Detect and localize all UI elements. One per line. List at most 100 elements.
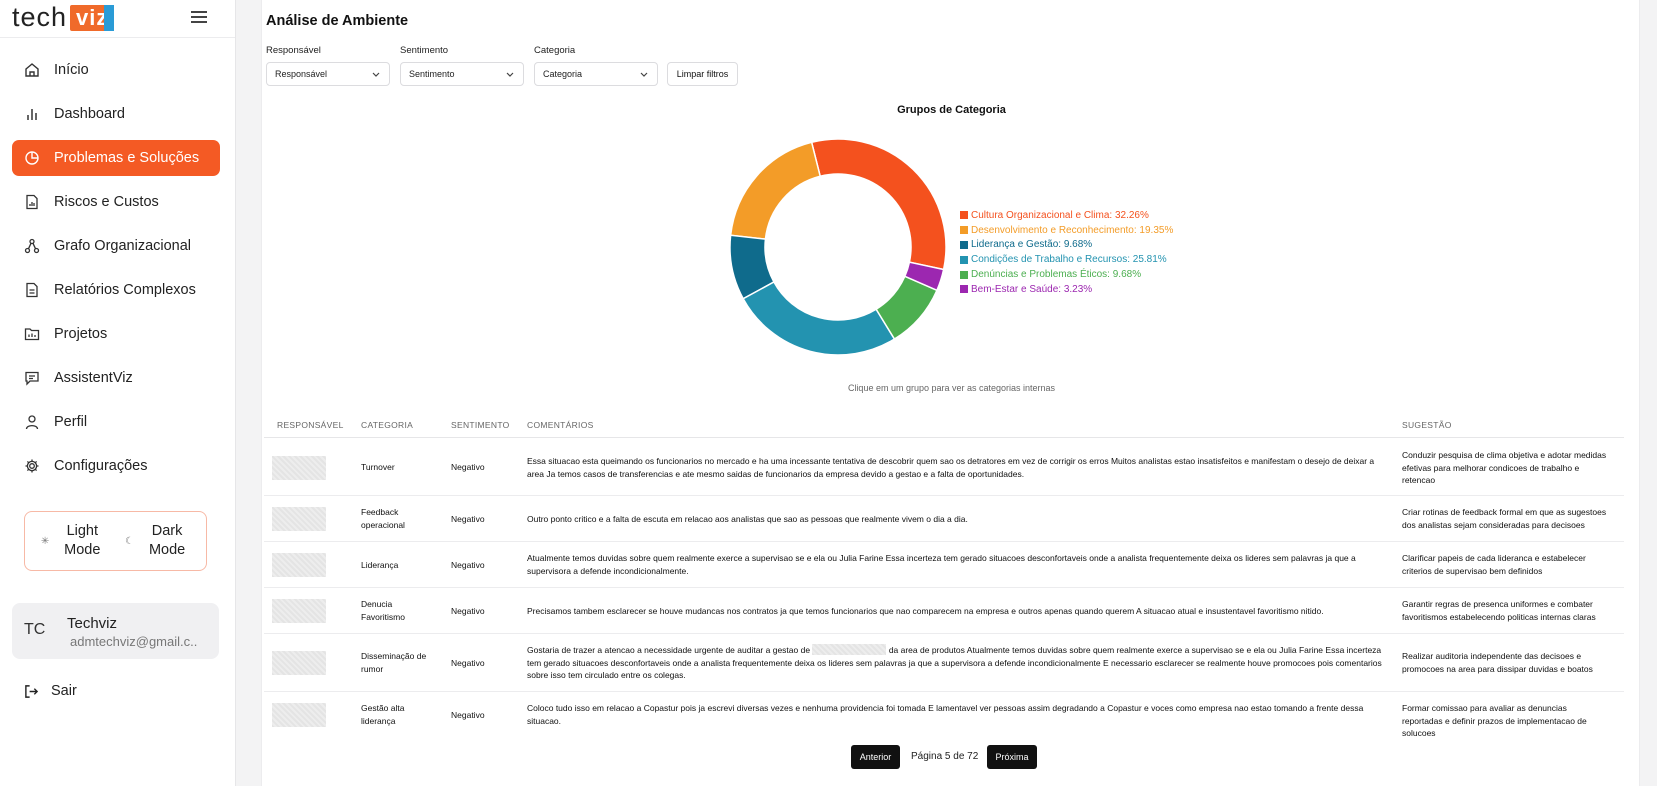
- dark-mode-button[interactable]: ☾ Dark Mode: [125, 522, 190, 560]
- row-categoria: Gestão alta liderança: [361, 703, 405, 726]
- sidebar-item-assistentviz[interactable]: AssistentViz: [12, 360, 220, 396]
- redacted-name: [812, 644, 887, 655]
- sun-icon: ✳: [40, 535, 50, 547]
- folder-icon: [24, 326, 40, 342]
- sidebar-item-label: Início: [54, 62, 89, 78]
- logout-icon: [25, 684, 39, 698]
- redacted-responsavel: [272, 507, 326, 531]
- avatar: TC: [24, 621, 46, 638]
- responsavel-select[interactable]: Responsável: [266, 62, 390, 86]
- col-header-sugestao: SUGESTÃO: [1402, 420, 1452, 430]
- sidebar-item-inicio[interactable]: Início: [12, 52, 220, 88]
- legend-label: Condições de Trabalho e Recursos: 25.81%: [971, 254, 1167, 266]
- chevron-down-icon: [372, 72, 380, 77]
- table-row[interactable]: Turnover Negativo Essa situacao esta que…: [264, 438, 1624, 496]
- sidebar-item-problemas-solucoes[interactable]: Problemas e Soluções: [12, 140, 220, 176]
- sidebar-item-label: Dashboard: [54, 106, 125, 122]
- redacted-responsavel: [272, 703, 326, 727]
- redacted-responsavel: [272, 553, 326, 577]
- row-comentario: Outro ponto critico e a falta de escuta …: [527, 514, 968, 524]
- user-name: Techviz: [67, 615, 118, 632]
- donut-slice-0[interactable]: [810, 138, 947, 271]
- categoria-select[interactable]: Categoria: [534, 62, 658, 86]
- legend-item-5[interactable]: Bem-Estar e Saúde: 3.23%: [960, 282, 1173, 297]
- logo-row: tech viz: [0, 0, 235, 38]
- legend-item-1[interactable]: Desenvolvimento e Reconhecimento: 19.35%: [960, 223, 1173, 238]
- sidebar: tech viz Início Dashboard Problemas e So…: [0, 0, 236, 786]
- sidebar-item-label: Projetos: [54, 326, 108, 342]
- table-row[interactable]: Liderança Negativo Atualmente temos duvi…: [264, 542, 1624, 588]
- row-sugestao: Conduzir pesquisa de clima objetiva e ad…: [1402, 450, 1607, 485]
- legend-label: Denúncias e Problemas Éticos: 9.68%: [971, 269, 1142, 281]
- sidebar-item-riscos-custos[interactable]: Riscos e Custos: [12, 184, 220, 220]
- logout-button[interactable]: Sair: [24, 683, 77, 699]
- chat-icon: [24, 370, 40, 386]
- row-sugestao: Clarificar papeis de cada lideranca e es…: [1402, 553, 1586, 576]
- logo-text-viz: viz: [70, 4, 115, 31]
- col-header-comentarios: COMENTÁRIOS: [527, 420, 594, 430]
- row-categoria: Denucia Favoritismo: [361, 599, 405, 622]
- hamburger-menu-icon[interactable]: [191, 9, 207, 27]
- row-comentario: Precisamos tambem esclarecer se houve mu…: [527, 606, 1324, 616]
- col-header-categoria: CATEGORIA: [361, 420, 414, 430]
- light-mode-button[interactable]: ✳ Light Mode: [41, 522, 105, 560]
- row-sugestao: Garantir regras de presenca uniformes e …: [1402, 599, 1596, 622]
- sidebar-item-grafo-organizacional[interactable]: Grafo Organizacional: [12, 228, 220, 264]
- legend-label: Liderança e Gestão: 9.68%: [971, 239, 1093, 251]
- sidebar-item-projetos[interactable]: Projetos: [12, 316, 220, 352]
- sidebar-item-relatorios-complexos[interactable]: Relatórios Complexos: [12, 272, 220, 308]
- user-icon: [24, 414, 40, 430]
- techviz-logo[interactable]: tech viz: [12, 2, 115, 33]
- legend-label: Desenvolvimento e Reconhecimento: 19.35%: [971, 224, 1174, 236]
- filter-label-responsavel: Responsável: [266, 45, 321, 56]
- donut-slice-3[interactable]: [742, 280, 896, 356]
- clear-filters-button[interactable]: Limpar filtros: [667, 62, 738, 86]
- table-row[interactable]: Gestão alta liderança Negativo Coloco tu…: [264, 692, 1624, 738]
- sidebar-item-label: Relatórios Complexos: [54, 282, 196, 298]
- sentimento-select-value: Sentimento: [409, 69, 455, 79]
- donut-slice-1[interactable]: [729, 141, 822, 240]
- user-card[interactable]: TC Techviz admtechviz@gmail.c..: [12, 603, 219, 659]
- chart-legend: Cultura Organizacional e Clima: 32.26% De…: [960, 208, 1173, 297]
- legend-swatch: [960, 285, 968, 294]
- filter-label-sentimento: Sentimento: [400, 45, 449, 56]
- row-sentimento: Negativo: [451, 514, 485, 524]
- row-comentario: Atualmente temos duvidas sobre quem real…: [527, 553, 1356, 576]
- chart-title: Grupos de Categoria: [897, 104, 1006, 116]
- row-sugestao: Realizar auditoria independente das deci…: [1402, 651, 1593, 674]
- responsavel-select-value: Responsável: [275, 69, 328, 79]
- legend-item-3[interactable]: Condições de Trabalho e Recursos: 25.81%: [960, 252, 1173, 267]
- row-sugestao: Criar rotinas de feedback formal em que …: [1402, 507, 1607, 530]
- legend-item-0[interactable]: Cultura Organizacional e Clima: 32.26%: [960, 208, 1173, 223]
- legend-swatch: [960, 226, 968, 235]
- previous-page-button[interactable]: Anterior: [851, 745, 900, 769]
- sidebar-item-configuracoes[interactable]: Configurações: [12, 448, 220, 484]
- sentimento-select[interactable]: Sentimento: [400, 62, 524, 86]
- legend-swatch: [960, 255, 968, 264]
- home-icon: [24, 62, 40, 78]
- filter-label-categoria: Categoria: [534, 45, 576, 56]
- next-page-button[interactable]: Próxima: [987, 745, 1037, 769]
- table-row[interactable]: Feedback operacional Negativo Outro pont…: [264, 496, 1624, 542]
- table-row[interactable]: Denucia Favoritismo Negativo Precisamos …: [264, 588, 1624, 634]
- gear-icon: [24, 458, 40, 474]
- legend-label: Bem-Estar e Saúde: 3.23%: [971, 283, 1093, 295]
- report-icon: [24, 194, 40, 210]
- row-sentimento: Negativo: [451, 606, 485, 616]
- light-mode-label: Light Mode: [64, 523, 101, 558]
- page-title: Análise de Ambiente: [266, 13, 409, 29]
- sidebar-item-perfil[interactable]: Perfil: [12, 404, 220, 440]
- user-email: admtechviz@gmail.c..: [70, 634, 198, 649]
- row-comentario: Coloco tudo isso em relacao a Copastur p…: [527, 703, 1364, 726]
- legend-item-2[interactable]: Liderança e Gestão: 9.68%: [960, 238, 1173, 253]
- donut-chart: [729, 138, 947, 356]
- legend-item-4[interactable]: Denúncias e Problemas Éticos: 9.68%: [960, 267, 1173, 282]
- legend-swatch: [960, 240, 968, 249]
- chart-hint: Clique em um grupo para ver as categoria…: [847, 383, 1056, 393]
- sidebar-item-label: AssistentViz: [54, 370, 133, 386]
- sidebar-item-dashboard[interactable]: Dashboard: [12, 96, 220, 132]
- page-indicator: Página 5 de 72: [911, 751, 979, 762]
- legend-swatch: [960, 270, 968, 279]
- row-sentimento: Negativo: [451, 710, 485, 720]
- table-row[interactable]: Disseminação de rumor Negativo Gostaria …: [264, 634, 1624, 692]
